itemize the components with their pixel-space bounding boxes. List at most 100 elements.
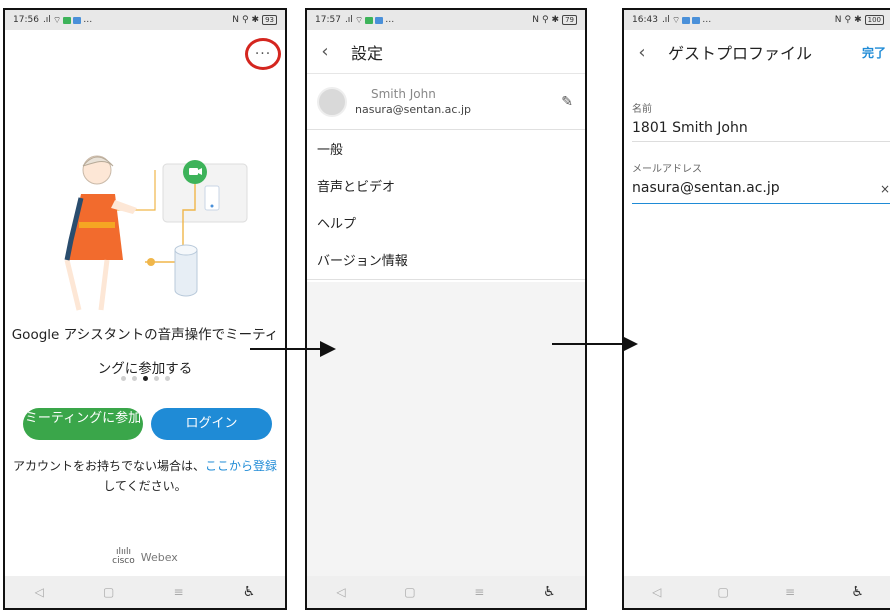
- nfc-icon: N: [532, 15, 539, 25]
- email-label: メールアドレス: [632, 164, 702, 175]
- location-icon: ⚲: [241, 15, 249, 25]
- carousel-indicator: [5, 376, 285, 381]
- signal-icon: .ıl: [344, 15, 353, 25]
- brand-name: Webex: [140, 550, 178, 564]
- clear-icon[interactable]: ×: [880, 182, 890, 196]
- ellipsis-icon: ···: [254, 46, 272, 62]
- android-nav-bar: ◁ ▢ ≡ ♿: [5, 576, 285, 608]
- profile-info: Smith John nasura@sentan.ac.jp: [355, 87, 471, 116]
- location-icon: ⚲: [541, 15, 549, 25]
- accessibility-icon[interactable]: ♿: [543, 584, 556, 600]
- flow-arrow-head: [320, 341, 336, 357]
- status-bar: 17:57 .ıl ⌔ … N ⚲ ✱ 79: [307, 10, 585, 30]
- wifi-icon: ⌔: [671, 15, 681, 26]
- status-time: 17:56: [13, 15, 39, 25]
- back-nav-icon[interactable]: ◁: [652, 585, 661, 599]
- phone-screen-settings: 17:57 .ıl ⌔ … N ⚲ ✱ 79 ‹ 設定 Smith John n…: [305, 8, 587, 610]
- carousel-dot[interactable]: [153, 376, 159, 381]
- settings-header: ‹ 設定: [307, 30, 585, 74]
- accessibility-icon[interactable]: ♿: [851, 584, 864, 600]
- android-nav-bar: ◁ ▢ ≡ ♿: [624, 576, 890, 608]
- accessibility-icon[interactable]: ♿: [243, 584, 256, 600]
- app-icon: [73, 16, 82, 24]
- back-nav-icon[interactable]: ◁: [35, 585, 44, 599]
- app-icon: [375, 16, 384, 24]
- guest-profile-header: ‹ ゲストプロファイル 完了: [624, 30, 890, 74]
- app-icon: [692, 16, 701, 24]
- signup-link[interactable]: ここから登録: [205, 459, 277, 473]
- phone-screen-guest-profile: 16:43 .ıl ⌔ … N ⚲ ✱ 100 ‹ ゲストプロファイル 完了 名…: [622, 8, 890, 610]
- battery-icon: 93: [262, 15, 277, 25]
- login-button[interactable]: ログイン: [151, 408, 272, 440]
- brand-footer: ılıılı cisco Webex: [5, 548, 285, 566]
- signup-prompt: アカウントをお持ちでない場合は、ここから登録してください。: [5, 456, 285, 496]
- done-button[interactable]: 完了: [862, 44, 886, 61]
- name-label: 名前: [632, 104, 652, 115]
- bluetooth-icon: ✱: [551, 15, 560, 25]
- recents-nav-icon[interactable]: ≡: [174, 585, 184, 599]
- menu-item-audio-video[interactable]: 音声とビデオ: [307, 169, 585, 206]
- home-nav-icon[interactable]: ▢: [404, 585, 415, 599]
- status-right-icons: N ⚲ ✱ 100: [835, 15, 884, 25]
- empty-area: [307, 282, 585, 576]
- menu-item-general[interactable]: 一般: [307, 132, 585, 169]
- carousel-dot-active[interactable]: [142, 376, 148, 381]
- battery-icon: 79: [562, 15, 577, 25]
- home-nav-icon[interactable]: ▢: [103, 585, 114, 599]
- profile-email: nasura@sentan.ac.jp: [355, 103, 471, 116]
- name-field[interactable]: 1801 Smith John: [632, 120, 890, 142]
- status-time: 17:57: [315, 15, 341, 25]
- app-icon: [682, 16, 691, 24]
- status-left-icons: .ıl ⌔ …: [345, 15, 394, 26]
- status-right-icons: N ⚲ ✱ 79: [532, 15, 577, 25]
- assistant-illustration: [64, 155, 248, 311]
- bluetooth-icon: ✱: [251, 15, 260, 25]
- profile-name: Smith John: [371, 87, 436, 101]
- nfc-icon: N: [834, 15, 842, 25]
- pencil-icon[interactable]: ✎: [561, 94, 573, 110]
- nfc-icon: N: [232, 15, 239, 25]
- profile-row[interactable]: Smith John nasura@sentan.ac.jp ✎: [307, 74, 585, 130]
- signal-icon: .ıl: [661, 15, 670, 25]
- flow-arrow-line: [250, 348, 322, 350]
- page-title: 設定: [351, 43, 384, 63]
- more-notifications-icon: …: [385, 15, 395, 25]
- signal-icon: .ıl: [42, 15, 51, 25]
- settings-menu: 一般 音声とビデオ ヘルプ バージョン情報: [307, 132, 585, 280]
- app-icon: [63, 16, 72, 24]
- recents-nav-icon[interactable]: ≡: [785, 585, 795, 599]
- back-nav-icon[interactable]: ◁: [336, 585, 345, 599]
- more-notifications-icon: …: [83, 15, 93, 25]
- android-nav-bar: ◁ ▢ ≡ ♿: [307, 576, 585, 608]
- carousel-dot[interactable]: [164, 376, 170, 381]
- status-bar: 16:43 .ıl ⌔ … N ⚲ ✱ 100: [624, 10, 890, 30]
- email-field[interactable]: nasura@sentan.ac.jp: [632, 180, 890, 204]
- battery-icon: 100: [864, 15, 884, 25]
- wifi-icon: ⌔: [52, 15, 62, 26]
- signup-suffix: してください。: [103, 479, 187, 493]
- flow-arrow-line: [552, 343, 624, 345]
- menu-item-version[interactable]: バージョン情報: [307, 243, 585, 280]
- wifi-icon: ⌔: [354, 15, 364, 26]
- carousel-dot[interactable]: [120, 376, 126, 381]
- back-chevron-icon[interactable]: ‹: [307, 41, 343, 62]
- signup-text: アカウントをお持ちでない場合は、: [12, 459, 205, 473]
- status-left-icons: .ıl ⌔ …: [662, 15, 711, 26]
- avatar: [317, 86, 347, 117]
- home-nav-icon[interactable]: ▢: [718, 585, 729, 599]
- app-icon: [365, 16, 374, 24]
- back-chevron-icon[interactable]: ‹: [624, 42, 660, 63]
- flow-arrow-head: [622, 336, 638, 352]
- more-options-button[interactable]: ···: [245, 38, 281, 70]
- status-left-icons: .ıl ⌔ …: [43, 15, 92, 26]
- status-bar: 17:56 .ıl ⌔ … N ⚲ ✱ 93: [5, 10, 285, 30]
- more-notifications-icon: …: [702, 15, 712, 25]
- join-meeting-button[interactable]: ミーティングに参加: [23, 408, 143, 440]
- carousel-dot[interactable]: [131, 376, 137, 381]
- recents-nav-icon[interactable]: ≡: [474, 585, 484, 599]
- menu-item-help[interactable]: ヘルプ: [307, 206, 585, 243]
- location-icon: ⚲: [844, 15, 852, 25]
- cisco-logo: ılıılı cisco: [112, 548, 135, 566]
- promo-text: Google アシスタントの音声操作でミーティングに参加する: [11, 327, 279, 374]
- cisco-wordmark: cisco: [112, 556, 135, 566]
